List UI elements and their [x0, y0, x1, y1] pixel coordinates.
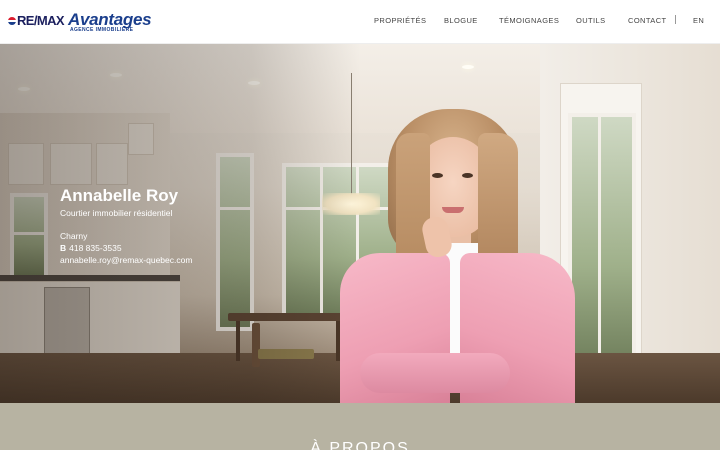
nav-divider [675, 15, 676, 24]
agent-title: Courtier immobilier résidentiel [60, 208, 173, 218]
nav-item-outils[interactable]: OUTILS [576, 16, 606, 25]
eye [432, 173, 443, 178]
nav-item-proprietes[interactable]: PROPRIÉTÉS [374, 16, 426, 25]
ceiling-light [462, 65, 474, 69]
about-heading: À PROPOS [310, 440, 410, 457]
language-toggle[interactable]: EN [693, 16, 704, 25]
mouth [442, 207, 464, 213]
about-section: À PROPOS [0, 403, 720, 457]
nav-item-blogue[interactable]: BLOGUE [444, 16, 478, 25]
agent-email-link[interactable]: annabelle.roy@remax-quebec.com [60, 254, 320, 266]
eye [462, 173, 473, 178]
hero-banner: Annabelle Roy Courtier immobilier réside… [0, 43, 720, 403]
agent-name: Annabelle Roy [60, 186, 179, 205]
nav-item-temoignages[interactable]: TÉMOIGNAGES [499, 16, 559, 25]
phone-label: B [60, 243, 67, 253]
site-header: RE/MAX Avantages AGENCE IMMOBILIÈRE PROP… [0, 0, 720, 44]
agent-photo [330, 103, 580, 403]
hair [396, 133, 430, 273]
folded-arm [360, 353, 510, 393]
agent-city: Charny [60, 231, 88, 241]
agent-card: Annabelle Roy Courtier immobilier réside… [60, 186, 320, 266]
agent-phone[interactable]: B 418 835-3535 [60, 242, 320, 254]
nav-item-contact[interactable]: CONTACT [628, 16, 667, 25]
phone-number: 418 835-3535 [69, 243, 122, 253]
main-nav: PROPRIÉTÉS BLOGUE TÉMOIGNAGES OUTILS CON… [0, 15, 720, 28]
